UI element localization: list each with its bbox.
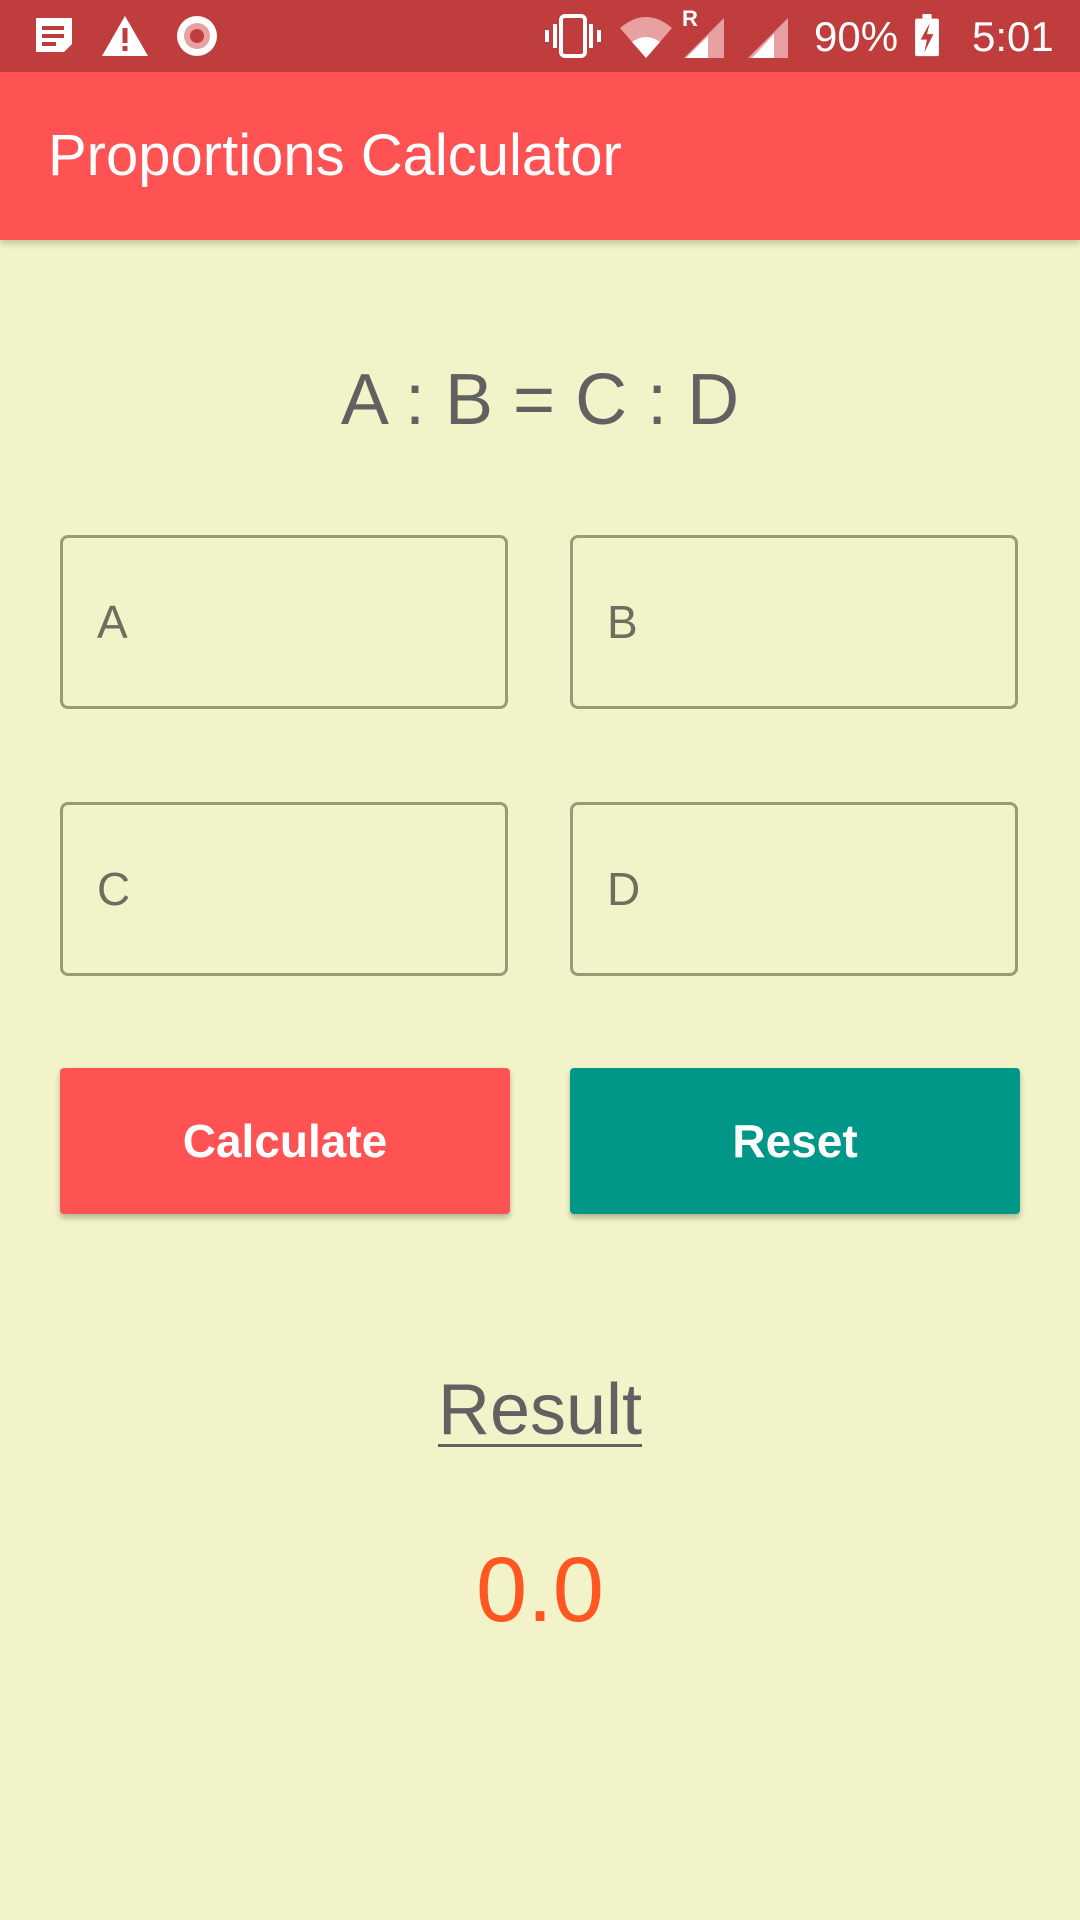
field-c-container <box>60 802 508 976</box>
input-c[interactable] <box>63 805 505 973</box>
battery-percent: 90% <box>814 13 899 60</box>
vibrate-icon <box>545 14 601 58</box>
notification-icon <box>36 18 72 52</box>
clock: 5:01 <box>972 13 1054 60</box>
result-label: Result <box>437 1370 643 1450</box>
field-d-container <box>570 802 1018 976</box>
field-b-container <box>570 535 1018 709</box>
input-d[interactable] <box>573 805 1015 973</box>
signal-icon <box>748 18 788 58</box>
field-a-container <box>60 535 508 709</box>
app-title: Proportions Calculator <box>48 123 622 188</box>
warning-icon <box>102 16 148 56</box>
proportion-formula: A : B = C : D <box>340 360 740 440</box>
status-bar: R 90% 5:01 <box>0 0 1080 72</box>
calculate-button[interactable]: Calculate <box>60 1068 510 1214</box>
input-a[interactable] <box>63 538 505 706</box>
record-icon <box>177 16 217 56</box>
wifi-icon <box>620 17 672 58</box>
result-value: 0.0 <box>476 1539 604 1641</box>
reset-button[interactable]: Reset <box>570 1068 1020 1214</box>
input-b[interactable] <box>573 538 1015 706</box>
app-bar: Proportions Calculator <box>0 72 1080 240</box>
roaming-indicator: R <box>682 6 698 31</box>
battery-charging-icon <box>915 14 939 57</box>
